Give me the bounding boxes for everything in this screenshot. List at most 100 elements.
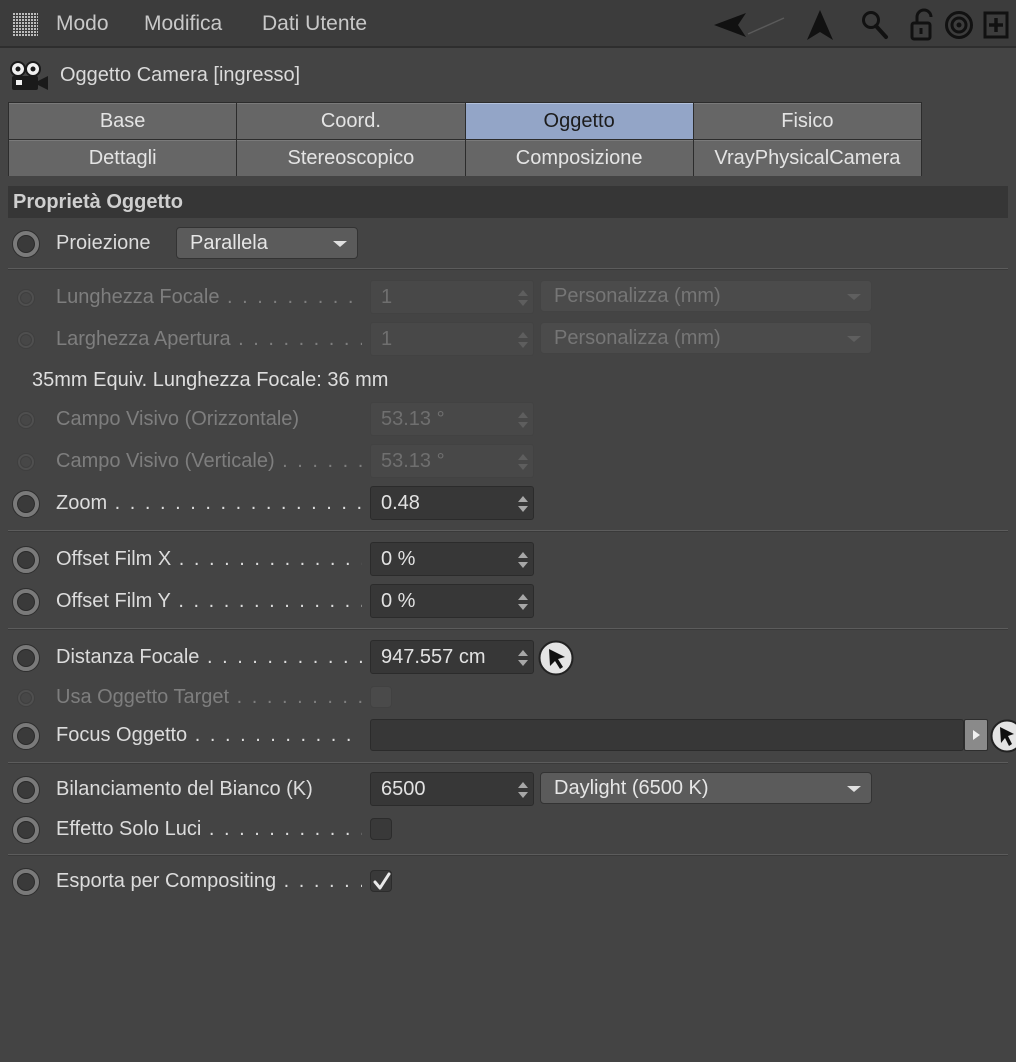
label-usa-oggetto-target: Usa Oggetto Target . . . . . . . . . . .… — [56, 686, 362, 708]
bilanciamento-bianco-value: 6500 — [381, 778, 426, 800]
label-offset-film-x: Offset Film X . . . . . . . . . . . . . … — [56, 548, 362, 570]
spinner-icon[interactable] — [518, 650, 528, 666]
section-title: Proprietà Oggetto — [8, 186, 1008, 218]
distanza-focale-field[interactable]: 947.557 cm — [370, 640, 534, 674]
animate-toggle-larghezza-apertura — [17, 331, 35, 349]
campo-visivo-verticale-value: 53.13 ° — [381, 450, 445, 472]
label-offset-film-y: Offset Film Y . . . . . . . . . . . . . … — [56, 590, 362, 612]
larghezza-apertura-value: 1 — [381, 328, 393, 350]
object-title: Oggetto Camera [ingresso] — [60, 64, 301, 86]
back-arrow-icon[interactable] — [712, 8, 788, 42]
divider — [8, 268, 1008, 270]
up-arrow-icon[interactable] — [804, 8, 836, 42]
animate-toggle-offset-film-y[interactable] — [12, 588, 40, 616]
divider — [8, 762, 1008, 764]
larghezza-apertura-unit: Personalizza (mm) — [554, 327, 721, 349]
bilanciamento-bianco-field[interactable]: 6500 — [370, 772, 534, 806]
animate-toggle-usa-oggetto-target — [17, 689, 35, 707]
proiezione-value: Parallela — [190, 232, 268, 254]
target-icon[interactable] — [944, 8, 974, 42]
divider — [8, 628, 1008, 630]
tab-dettagli[interactable]: Dettagli — [9, 140, 237, 176]
campo-visivo-orizzontale-value: 53.13 ° — [381, 408, 445, 430]
spinner-icon[interactable] — [518, 594, 528, 610]
label-campo-visivo-orizzontale: Campo Visivo (Orizzontale) — [56, 408, 300, 430]
lunghezza-focale-field: 1 — [370, 280, 534, 314]
tab-bar: Base Coord. Oggetto Fisico Dettagli Ster… — [8, 102, 922, 176]
zoom-field[interactable]: 0.48 — [370, 486, 534, 520]
animate-toggle-zoom[interactable] — [12, 490, 40, 518]
tab-vrayphysicalcamera[interactable]: VrayPhysicalCamera — [693, 140, 921, 176]
chevron-down-icon — [847, 786, 861, 792]
tab-oggetto[interactable]: Oggetto — [465, 103, 693, 139]
spinner-icon — [518, 290, 528, 306]
animate-toggle-campo-visivo-orizzontale — [17, 411, 35, 429]
zoom-value: 0.48 — [381, 492, 420, 514]
distanza-focale-value: 947.557 cm — [381, 646, 486, 668]
link-menu-arrow-icon[interactable] — [964, 719, 988, 751]
checkmark-icon — [373, 872, 391, 890]
chevron-down-icon — [847, 336, 861, 342]
menu-bar: Modo Modifica Dati Utente — [0, 0, 1016, 48]
lunghezza-focale-unit-dropdown: Personalizza (mm) — [540, 280, 872, 312]
animate-toggle-bilanciamento-bianco[interactable] — [12, 776, 40, 804]
spinner-icon[interactable] — [518, 552, 528, 568]
focus-oggetto-link-field[interactable] — [370, 719, 964, 751]
spinner-icon — [518, 332, 528, 348]
bilanciamento-bianco-preset: Daylight (6500 K) — [554, 777, 709, 799]
animate-toggle-effetto-solo-luci[interactable] — [12, 816, 40, 844]
divider — [8, 854, 1008, 856]
proiezione-dropdown[interactable]: Parallela — [176, 227, 358, 259]
offset-film-y-field[interactable]: 0 % — [370, 584, 534, 618]
tab-composizione[interactable]: Composizione — [465, 140, 693, 176]
effetto-solo-luci-checkbox[interactable] — [370, 818, 392, 840]
spinner-icon — [518, 412, 528, 428]
animate-toggle-campo-visivo-verticale — [17, 453, 35, 471]
label-effetto-solo-luci: Effetto Solo Luci . . . . . . . . . . . … — [56, 818, 362, 840]
menu-modo[interactable]: Modo — [56, 12, 109, 36]
new-panel-icon[interactable] — [982, 8, 1010, 42]
animate-toggle-esporta-compositing[interactable] — [12, 868, 40, 896]
tab-coord[interactable]: Coord. — [237, 103, 465, 139]
spinner-icon — [518, 454, 528, 470]
lock-icon[interactable] — [908, 8, 938, 42]
animate-toggle-lunghezza-focale — [17, 289, 35, 307]
equiv-focal-length-info: 35mm Equiv. Lunghezza Focale: 36 mm — [32, 369, 389, 391]
tab-base[interactable]: Base — [9, 103, 237, 139]
animate-toggle-distanza-focale[interactable] — [12, 644, 40, 672]
bilanciamento-bianco-preset-dropdown[interactable]: Daylight (6500 K) — [540, 772, 872, 804]
spinner-icon[interactable] — [518, 782, 528, 798]
camera-icon — [8, 60, 52, 92]
grip-icon[interactable] — [12, 12, 38, 36]
campo-visivo-verticale-field: 53.13 ° — [370, 444, 534, 478]
animate-toggle-proiezione[interactable] — [12, 230, 40, 258]
tab-fisico[interactable]: Fisico — [693, 103, 921, 139]
offset-film-x-field[interactable]: 0 % — [370, 542, 534, 576]
label-distanza-focale: Distanza Focale . . . . . . . . . . . . … — [56, 646, 362, 668]
spinner-icon[interactable] — [518, 496, 528, 512]
label-bilanciamento-bianco: Bilanciamento del Bianco (K) — [56, 778, 313, 800]
menu-dati-utente[interactable]: Dati Utente — [262, 12, 367, 36]
label-esporta-compositing: Esporta per Compositing . . . . . . — [56, 870, 362, 892]
pick-object-cursor-icon[interactable] — [990, 719, 1016, 753]
label-campo-visivo-verticale: Campo Visivo (Verticale) . . . . . . — [56, 450, 362, 472]
label-larghezza-apertura: Larghezza Apertura . . . . . . . . . . .… — [56, 328, 362, 350]
lunghezza-focale-value: 1 — [381, 286, 393, 308]
label-focus-oggetto: Focus Oggetto . . . . . . . . . . . . . … — [56, 724, 362, 746]
label-zoom: Zoom . . . . . . . . . . . . . . . . . .… — [56, 492, 362, 514]
divider — [8, 530, 1008, 532]
animate-toggle-offset-film-x[interactable] — [12, 546, 40, 574]
usa-oggetto-target-checkbox — [370, 686, 392, 708]
animate-toggle-focus-oggetto[interactable] — [12, 722, 40, 750]
search-icon[interactable] — [860, 8, 890, 42]
tab-stereoscopico[interactable]: Stereoscopico — [237, 140, 465, 176]
pick-cursor-icon[interactable] — [538, 640, 574, 676]
lunghezza-focale-unit: Personalizza (mm) — [554, 285, 721, 307]
larghezza-apertura-unit-dropdown: Personalizza (mm) — [540, 322, 872, 354]
offset-film-y-value: 0 % — [381, 590, 416, 612]
chevron-down-icon — [333, 241, 347, 247]
menu-modifica[interactable]: Modifica — [144, 12, 222, 36]
esporta-compositing-checkbox[interactable] — [370, 870, 392, 892]
campo-visivo-orizzontale-field: 53.13 ° — [370, 402, 534, 436]
chevron-down-icon — [847, 294, 861, 300]
